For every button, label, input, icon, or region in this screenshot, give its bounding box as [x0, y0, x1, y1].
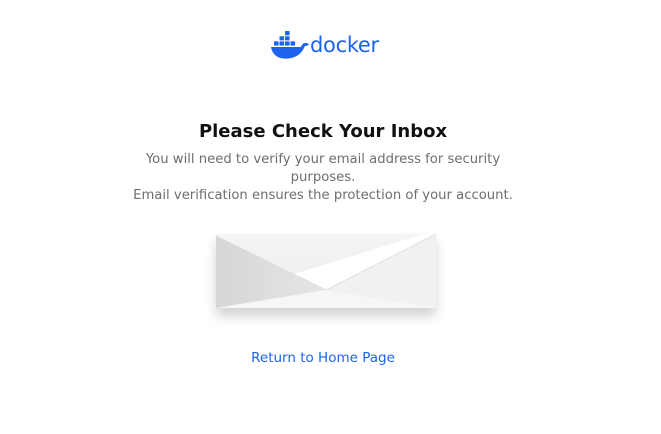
verification-message: You will need to verify your email addre…: [128, 151, 518, 205]
return-home-link[interactable]: Return to Home Page: [0, 349, 646, 367]
docker-wordmark: docker: [310, 33, 379, 57]
message-line-2: Email verification ensures the protectio…: [133, 188, 513, 203]
verify-email-page: docker Please Check Your Inbox You will …: [0, 0, 661, 434]
page-title: Please Check Your Inbox: [198, 121, 448, 142]
docker-whale-icon: [271, 31, 309, 59]
message-line-1: You will need to verify your email addre…: [145, 152, 501, 185]
docker-logo: docker: [270, 30, 379, 62]
envelope-icon: [215, 233, 437, 308]
